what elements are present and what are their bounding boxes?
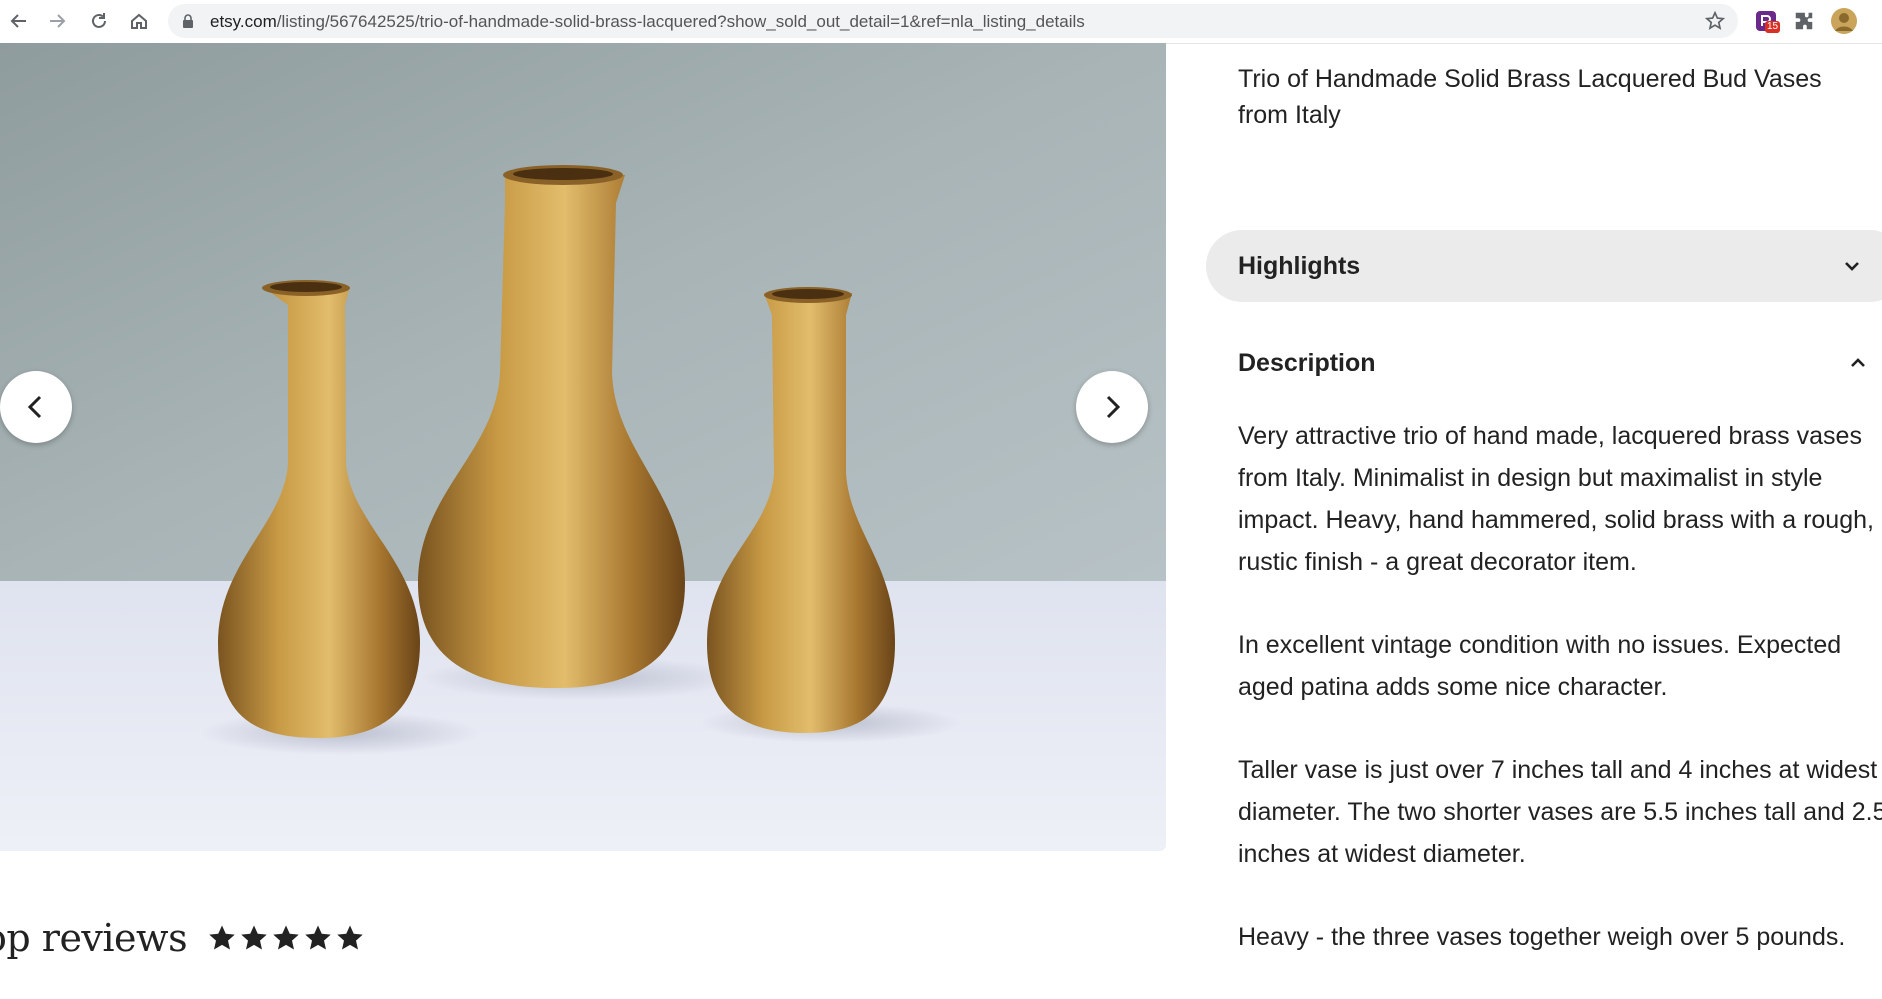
avatar[interactable] — [1830, 7, 1858, 35]
star-filled-icon — [209, 925, 235, 950]
chevron-down-icon — [1842, 256, 1862, 281]
back-icon[interactable] — [6, 8, 32, 34]
highlights-toggle[interactable]: Highlights — [1206, 230, 1882, 302]
reload-icon[interactable] — [86, 8, 112, 34]
rating-stars — [207, 923, 365, 953]
chevron-up-icon — [1848, 353, 1868, 378]
puzzle-icon[interactable] — [1790, 7, 1818, 35]
forward-icon[interactable] — [44, 8, 70, 34]
highlights-label: Highlights — [1238, 252, 1361, 280]
description-paragraph: In excellent vintage condition with no i… — [1238, 631, 1842, 701]
chevron-right-icon — [1098, 393, 1126, 421]
home-icon[interactable] — [126, 8, 152, 34]
shop-reviews-header: op reviews — [0, 908, 365, 968]
carousel-next-button[interactable] — [1076, 371, 1148, 443]
listing-details-panel: Trio of Handmade Solid Brass Lacquered B… — [1206, 43, 1882, 985]
listing-image — [0, 43, 1166, 851]
lock-icon[interactable] — [182, 14, 194, 33]
star-filled-icon — [337, 925, 363, 950]
chevron-left-icon — [22, 393, 50, 421]
url-path: /listing/567642525/trio-of-handmade-soli… — [276, 12, 1085, 31]
star-filled-icon — [241, 925, 267, 950]
description-label: Description — [1238, 349, 1376, 377]
listing-image-gallery — [0, 43, 1166, 851]
star-filled-icon — [273, 925, 299, 950]
description-paragraph: Heavy - the three vases together weigh o… — [1238, 923, 1846, 951]
extension-badge: 15 — [1765, 21, 1781, 33]
carousel-prev-button[interactable] — [0, 371, 72, 443]
listing-title: Trio of Handmade Solid Brass Lacquered B… — [1238, 65, 1822, 129]
reviews-title: op reviews — [0, 916, 188, 960]
description-paragraph: Taller vase is just over 7 inches tall a… — [1238, 756, 1882, 868]
url-text[interactable]: etsy.com/listing/567642525/trio-of-handm… — [210, 12, 1085, 32]
url-host: etsy.com — [210, 12, 277, 31]
extension-icon[interactable]: 15 — [1752, 7, 1781, 35]
address-bar[interactable]: etsy.com/listing/567642525/trio-of-handm… — [168, 4, 1738, 38]
description-paragraph: Very attractive trio of hand made, lacqu… — [1238, 422, 1874, 576]
star-filled-icon — [305, 925, 331, 950]
star-icon[interactable] — [1704, 10, 1726, 37]
browser-toolbar: etsy.com/listing/567642525/trio-of-handm… — [0, 0, 1882, 44]
description-toggle[interactable]: Description — [1238, 343, 1868, 383]
description-body: Very attractive trio of hand made, lacqu… — [1238, 415, 1882, 999]
